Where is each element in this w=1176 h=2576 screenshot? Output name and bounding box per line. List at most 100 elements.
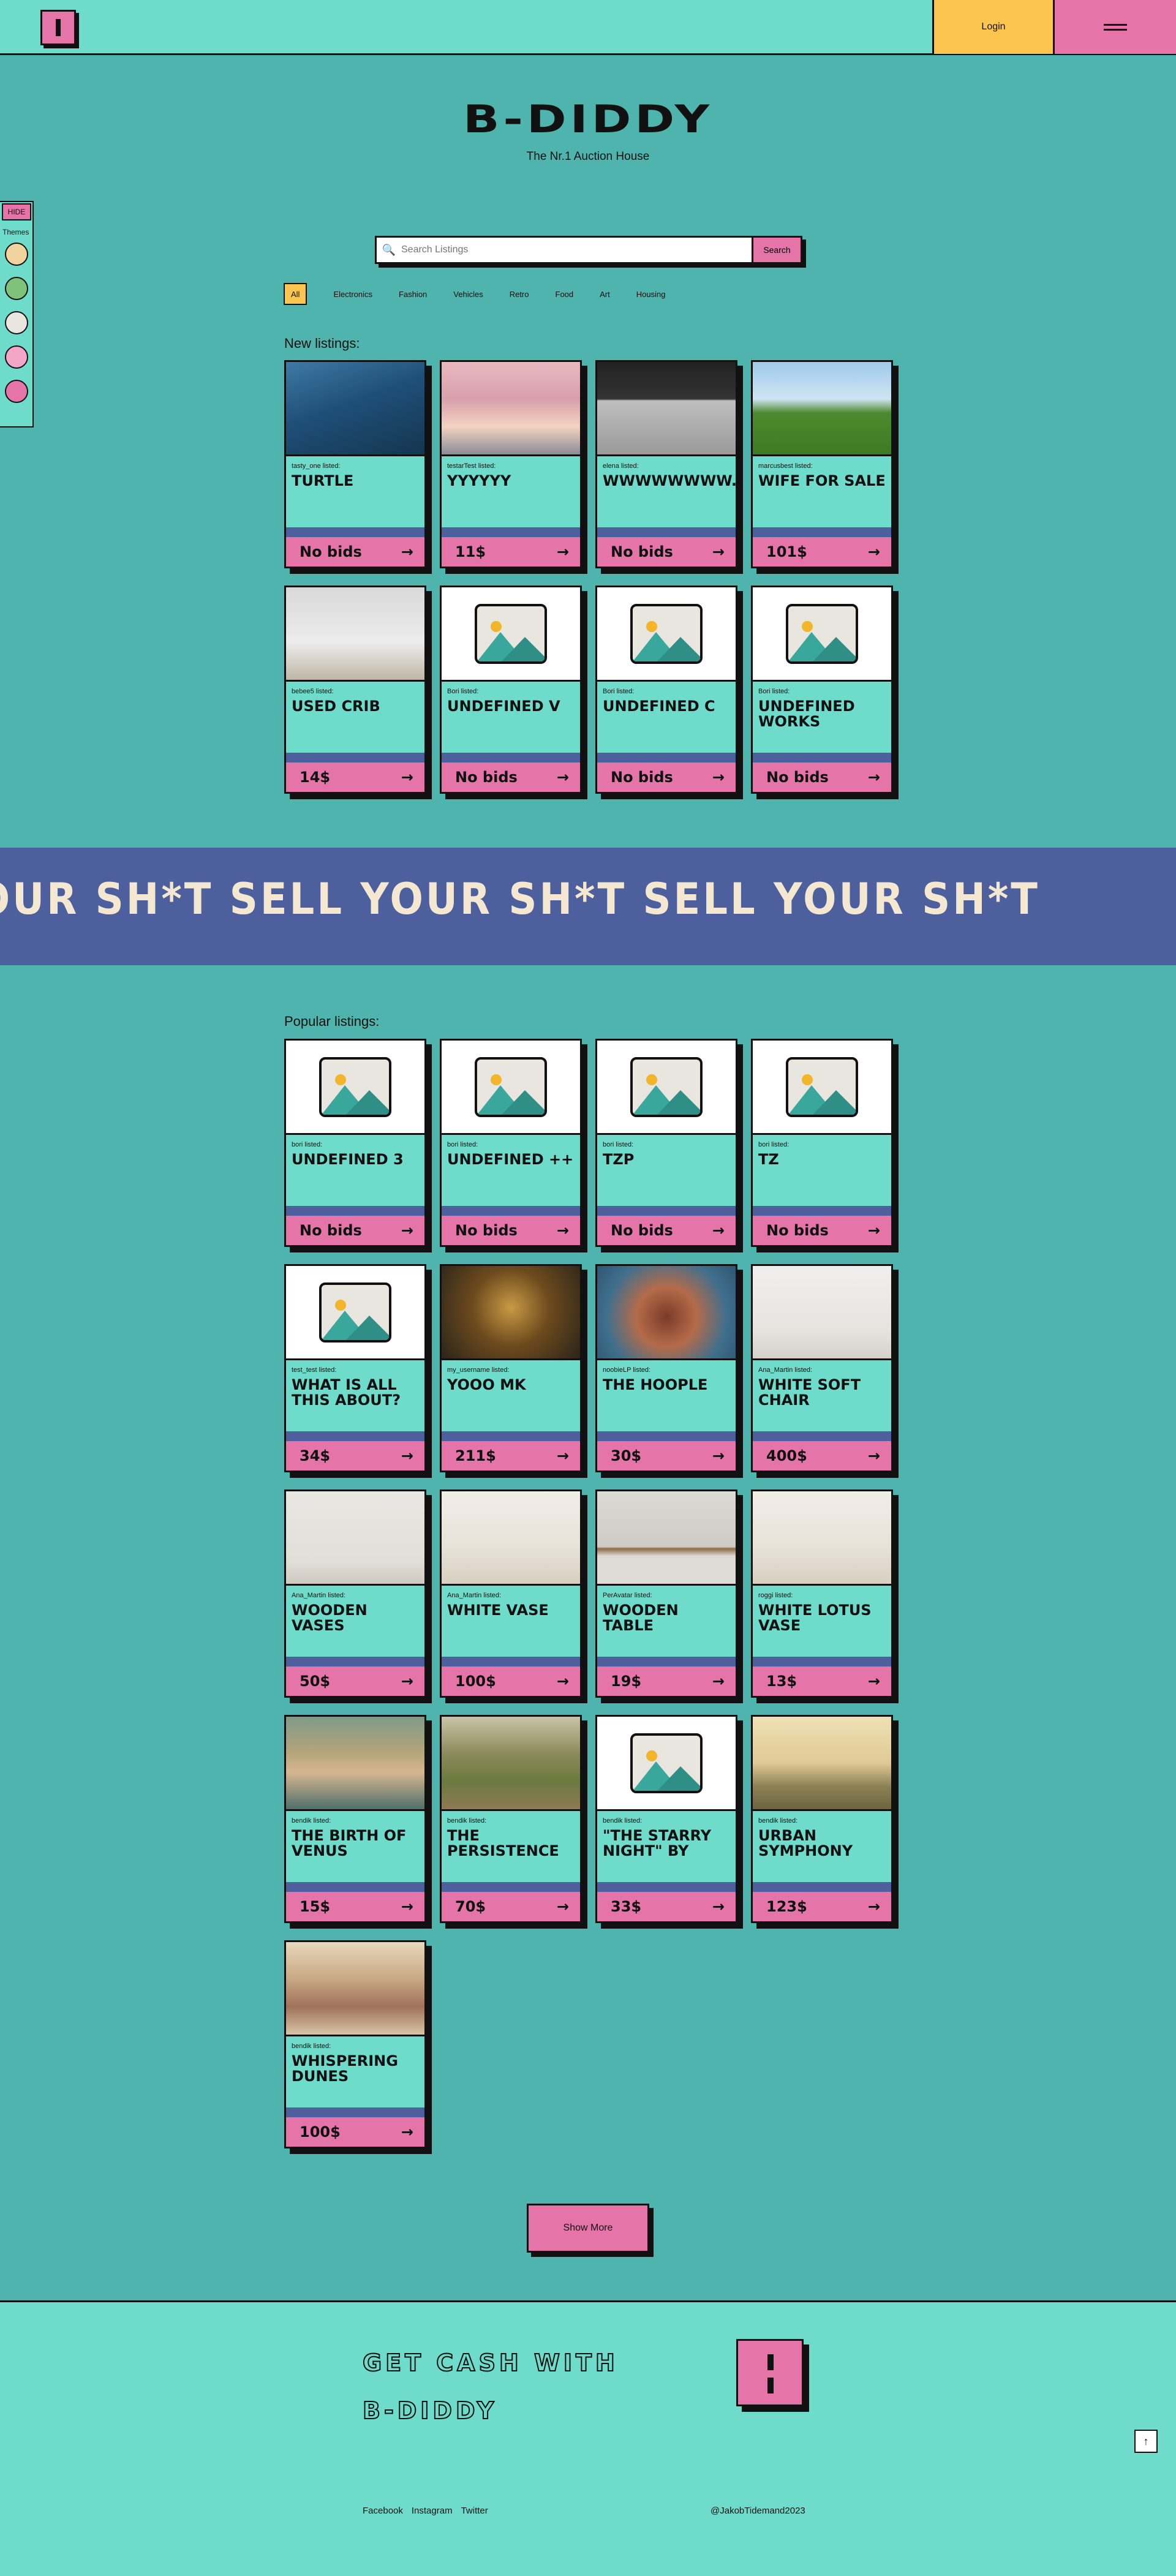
category-electronics[interactable]: Electronics [333,283,372,305]
listing-price-bar[interactable]: No bids → [753,1216,891,1245]
listing-card[interactable]: bendik listed: "THE STARRY NIGHT" BY 33$ → [595,1715,737,1923]
theme-sunset-icon[interactable] [5,243,28,266]
listing-card[interactable]: test_test listed: WHAT IS ALL THIS ABOUT?… [284,1264,426,1472]
listing-price-bar[interactable]: 11$ → [442,537,580,567]
arrow-right-icon[interactable]: → [557,1447,569,1464]
listing-price-bar[interactable]: 123$ → [753,1892,891,1921]
arrow-right-icon[interactable]: → [868,1673,880,1690]
arrow-right-icon[interactable]: → [557,1673,569,1690]
category-food[interactable]: Food [556,283,574,305]
arrow-right-icon[interactable]: → [401,769,413,786]
login-button[interactable]: Login [932,0,1055,54]
listing-card[interactable]: tasty_one listed: TURTLE No bids → [284,360,426,568]
listing-price-bar[interactable]: No bids → [286,537,424,567]
listing-price-bar[interactable]: 14$ → [286,763,424,792]
listing-card[interactable]: marcusbest listed: WIFE FOR SALE 101$ → [751,360,893,568]
arrow-right-icon[interactable]: → [712,1222,725,1239]
listing-price-bar[interactable]: No bids → [597,763,736,792]
listing-price-bar[interactable]: 19$ → [597,1666,736,1696]
footer-link-facebook[interactable]: Facebook [363,2506,403,2516]
category-retro[interactable]: Retro [510,283,529,305]
arrow-right-icon[interactable]: → [712,1447,725,1464]
listing-card[interactable]: bori listed: UNDEFINED 3 No bids → [284,1039,426,1247]
listing-card[interactable]: testarTest listed: YYYYYY 11$ → [440,360,582,568]
category-fashion[interactable]: Fashion [399,283,427,305]
arrow-right-icon[interactable]: → [401,1673,413,1690]
footer-logo-icon [736,2339,804,2406]
listing-card[interactable]: Ana_Martin listed: WHITE VASE 100$ → [440,1489,582,1698]
listing-card[interactable]: bori listed: TZ No bids → [751,1039,893,1247]
listing-card[interactable]: bebee5 listed: USED CRIB 14$ → [284,586,426,794]
back-to-top-button[interactable]: ↑ [1134,2430,1158,2453]
listing-card[interactable]: bori listed: TZP No bids → [595,1039,737,1247]
arrow-right-icon[interactable]: → [868,1447,880,1464]
listing-card[interactable]: Ana_Martin listed: WHITE SOFT CHAIR 400$ → [751,1264,893,1472]
arrow-right-icon[interactable]: → [712,1673,725,1690]
listing-price-bar[interactable]: 50$ → [286,1666,424,1696]
arrow-right-icon[interactable]: → [868,1898,880,1915]
category-art[interactable]: Art [600,283,610,305]
theme-flamingo-icon[interactable] [5,345,28,369]
listing-price-bar[interactable]: 30$ → [597,1441,736,1471]
arrow-right-icon[interactable]: → [401,543,413,560]
theme-mountain-icon[interactable] [5,311,28,334]
listing-card[interactable]: elena listed: WWWWWWWW... No bids → [595,360,737,568]
listing-price-bar[interactable]: 101$ → [753,537,891,567]
arrow-right-icon[interactable]: → [868,769,880,786]
arrow-right-icon[interactable]: → [401,1898,413,1915]
listing-card[interactable]: bendik listed: THE BIRTH OF VENUS 15$ → [284,1715,426,1923]
listing-price-bar[interactable]: No bids → [597,537,736,567]
category-housing[interactable]: Housing [636,283,666,305]
listing-card[interactable]: my_username listed: YOOO MK 211$ → [440,1264,582,1472]
listing-card[interactable]: bendik listed: WHISPERING DUNES 100$ → [284,1940,426,2149]
listing-price-bar[interactable]: 13$ → [753,1666,891,1696]
listing-card[interactable]: Bori listed: UNDEFINED C No bids → [595,586,737,794]
listing-price-bar[interactable]: No bids → [753,763,891,792]
listing-card[interactable]: noobieLP listed: THE HOOPLE 30$ → [595,1264,737,1472]
listing-card[interactable]: Ana_Martin listed: WOODEN VASES 50$ → [284,1489,426,1698]
arrow-right-icon[interactable]: → [868,1222,880,1239]
listing-card[interactable]: Bori listed: UNDEFINED WORKS No bids → [751,586,893,794]
arrow-right-icon[interactable]: → [401,1447,413,1464]
listing-price-bar[interactable]: 100$ → [442,1666,580,1696]
listing-card[interactable]: bendik listed: URBAN SYMPHONY 123$ → [751,1715,893,1923]
arrow-right-icon[interactable]: → [712,543,725,560]
listing-price-bar[interactable]: 400$ → [753,1441,891,1471]
hamburger-menu-icon[interactable] [1055,0,1176,54]
arrow-right-icon[interactable]: → [401,2123,413,2141]
category-vehicles[interactable]: Vehicles [453,283,483,305]
listing-price-bar[interactable]: No bids → [597,1216,736,1245]
listing-card[interactable]: roggi listed: WHITE LOTUS VASE 13$ → [751,1489,893,1698]
show-more-button[interactable]: Show More [527,2204,649,2253]
category-all[interactable]: All [284,283,307,305]
listing-price-bar[interactable]: 100$ → [286,2117,424,2147]
footer-link-twitter[interactable]: Twitter [461,2506,488,2516]
arrow-right-icon[interactable]: → [868,543,880,560]
arrow-right-icon[interactable]: → [557,543,569,560]
listing-price-bar[interactable]: No bids → [286,1216,424,1245]
listing-card[interactable]: bendik listed: THE PERSISTENCE 70$ → [440,1715,582,1923]
listing-card[interactable]: PerAvatar listed: WOODEN TABLE 19$ → [595,1489,737,1698]
listing-price-bar[interactable]: No bids → [442,763,580,792]
listing-price-bar[interactable]: No bids → [442,1216,580,1245]
arrow-right-icon[interactable]: → [712,769,725,786]
listing-price-bar[interactable]: 33$ → [597,1892,736,1921]
theme-flower-icon[interactable] [5,380,28,403]
listing-price-bar[interactable]: 34$ → [286,1441,424,1471]
listing-price-bar[interactable]: 15$ → [286,1892,424,1921]
logo-icon[interactable] [40,10,76,45]
theme-plant-icon[interactable] [5,277,28,300]
arrow-right-icon[interactable]: → [557,1898,569,1915]
listing-price-bar[interactable]: 70$ → [442,1892,580,1921]
footer-link-instagram[interactable]: Instagram [412,2506,453,2516]
listing-price-bar[interactable]: 211$ → [442,1441,580,1471]
listing-card[interactable]: bori listed: UNDEFINED ++ No bids → [440,1039,582,1247]
arrow-right-icon[interactable]: → [401,1222,413,1239]
hide-themes-button[interactable]: HIDE [2,203,31,220]
listing-card[interactable]: Bori listed: UNDEFINED V No bids → [440,586,582,794]
arrow-right-icon[interactable]: → [712,1898,725,1915]
arrow-right-icon[interactable]: → [557,769,569,786]
search-input[interactable] [401,238,752,262]
search-button[interactable]: Search [752,238,801,262]
arrow-right-icon[interactable]: → [557,1222,569,1239]
